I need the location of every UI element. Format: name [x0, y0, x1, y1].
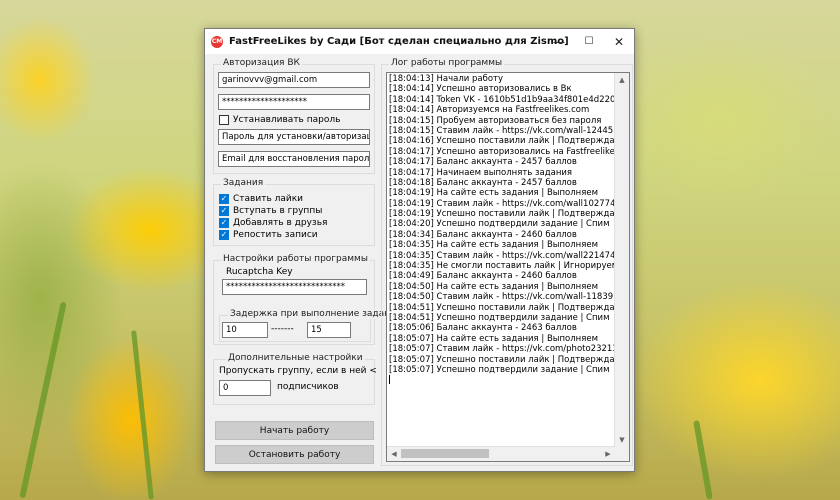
log-line: [18:04:14] Авторизуемся на Fastfreelikes…	[389, 105, 590, 116]
subscribers-min-field[interactable]: 0	[219, 380, 271, 396]
delay-to-field[interactable]: 15	[307, 322, 351, 338]
log-line: [18:04:16] Успешно поставили лайк | Подт…	[389, 136, 615, 147]
task-join-groups-checkbox[interactable]: ✓ Вступать в группы	[219, 205, 322, 217]
app-icon: CM	[211, 35, 223, 48]
delay-from-field[interactable]: 10	[222, 322, 268, 338]
close-button[interactable]: ✕	[604, 29, 634, 54]
set-password-checkbox-box[interactable]	[219, 115, 229, 125]
task-join-groups-label: Вступать в группы	[233, 206, 323, 216]
title-bar[interactable]: CM FastFreeLikes by Сади [Бот сделан спе…	[205, 29, 634, 54]
delay-group-label: Задержка при выполнение заданий	[228, 309, 404, 319]
log-textarea[interactable]: [18:04:13] Начали работу [18:04:14] Успеш…	[386, 72, 630, 462]
log-line: [18:04:35] Ставим лайк - https://vk.com/…	[389, 250, 615, 261]
task-add-friends-checkbox[interactable]: ✓ Добавлять в друзья	[219, 217, 327, 229]
log-line: [18:04:51] Успешно подтвердили задание |…	[389, 312, 610, 323]
app-window: CM FastFreeLikes by Сади [Бот сделан спе…	[204, 28, 635, 472]
rucaptcha-label: Rucaptcha Key	[226, 267, 293, 277]
log-line: [18:04:20] Успешно подтвердили задание |…	[389, 219, 610, 230]
check-icon[interactable]: ✓	[219, 206, 229, 216]
tasks-group-label: Задания	[221, 178, 266, 188]
maximize-button[interactable]: ☐	[574, 29, 604, 54]
start-button[interactable]: Начать работу	[215, 421, 374, 440]
task-like-label: Ставить лайки	[233, 194, 304, 204]
log-line: [18:04:34] Баланс аккаунта - 2460 баллов	[389, 229, 577, 240]
wallpaper-stem	[693, 420, 713, 500]
settings-group-label: Настройки работы программы	[221, 254, 370, 264]
log-line: [18:04:14] Успешно авторизовались в Вк	[389, 84, 572, 95]
log-line: [18:04:18] Баланс аккаунта - 2457 баллов	[389, 177, 577, 188]
log-line: [18:04:50] На сайте есть задания | Выпол…	[389, 281, 598, 292]
log-line: [18:04:19] На сайте есть задания | Выпол…	[389, 188, 598, 199]
wallpaper-stem	[19, 301, 67, 499]
log-line: [18:04:50] Ставим лайк - https://vk.com/…	[389, 292, 615, 303]
wallpaper-stem	[131, 330, 154, 500]
delay-separator: -------	[271, 324, 294, 334]
scroll-left-icon[interactable]: ◀	[387, 447, 401, 461]
log-line: [18:05:07] Успешно подтвердили задание |…	[389, 364, 610, 375]
vertical-scrollbar[interactable]: ▲ ▼	[614, 73, 629, 447]
set-password-label: Устанавливать пароль	[233, 115, 341, 125]
password-set-field[interactable]: Пароль для установки/авторизации	[218, 129, 370, 145]
horizontal-scrollbar[interactable]: ◀ ▶	[387, 446, 615, 461]
log-line: [18:04:17] Баланс аккаунта - 2457 баллов	[389, 157, 577, 168]
log-line: [18:04:17] Начинаем выполнять задания	[389, 167, 573, 178]
log-line: [18:04:35] Не смогли поставить лайк | Иг…	[389, 261, 615, 272]
log-line: [18:04:19] Ставим лайк - https://vk.com/…	[389, 198, 615, 209]
log-line: [18:04:15] Ставим лайк - https://vk.com/…	[389, 125, 615, 136]
scroll-right-icon[interactable]: ▶	[601, 447, 615, 461]
log-lines: [18:04:13] Начали работу [18:04:14] Успеш…	[387, 74, 615, 386]
log-line: [18:04:35] На сайте есть задания | Выпол…	[389, 240, 598, 251]
recovery-email-field[interactable]: Email для восстановления пароля	[218, 151, 370, 167]
password-field[interactable]: ********************	[218, 94, 370, 110]
check-icon[interactable]: ✓	[219, 230, 229, 240]
task-like-checkbox[interactable]: ✓ Ставить лайки	[219, 193, 303, 205]
scroll-down-icon[interactable]: ▼	[615, 433, 629, 447]
set-password-checkbox[interactable]: Устанавливать пароль	[219, 114, 340, 126]
task-repost-label: Репостить записи	[233, 230, 318, 240]
log-line: [18:04:17] Успешно авторизовались на Fas…	[389, 146, 615, 157]
subscribers-label: подписчиков	[277, 382, 339, 392]
log-line: [18:04:15] Пробуем авторизоваться без па…	[389, 115, 602, 126]
scroll-up-icon[interactable]: ▲	[615, 73, 629, 87]
horizontal-scroll-thumb[interactable]	[401, 449, 489, 458]
log-line: [18:05:07] Успешно поставили лайк | Подт…	[389, 354, 615, 365]
log-line: [18:05:07] Ставим лайк - https://vk.com/…	[389, 344, 615, 355]
task-repost-checkbox[interactable]: ✓ Репостить записи	[219, 229, 318, 241]
log-line: [18:04:14] Token VK - 1610b51d1b9aa34f80…	[389, 94, 615, 105]
stop-button[interactable]: Остановить работу	[215, 445, 374, 464]
rucaptcha-key-field[interactable]: ****************************	[222, 279, 367, 295]
scroll-corner	[615, 447, 629, 461]
minimize-button[interactable]: —	[544, 29, 574, 54]
text-caret	[387, 375, 615, 385]
log-group-label: Лог работы программы	[389, 58, 505, 68]
log-line: [18:04:49] Баланс аккаунта - 2460 баллов	[389, 271, 577, 282]
auth-group-label: Авторизация ВК	[221, 58, 302, 68]
email-field[interactable]: garinovvv@gmail.com	[218, 72, 370, 88]
skip-group-label: Пропускать группу, если в ней <	[219, 366, 377, 376]
check-icon[interactable]: ✓	[219, 218, 229, 228]
task-add-friends-label: Добавлять в друзья	[233, 218, 328, 228]
log-line: [18:04:13] Начали работу	[389, 74, 504, 84]
log-line: [18:05:06] Баланс аккаунта - 2463 баллов	[389, 323, 577, 334]
extra-settings-group-label: Дополнительные настройки	[226, 353, 365, 363]
log-line: [18:04:51] Успешно поставили лайк | Подт…	[389, 302, 615, 313]
window-title: FastFreeLikes by Сади [Бот сделан специа…	[229, 36, 569, 47]
check-icon[interactable]: ✓	[219, 194, 229, 204]
log-line: [18:05:07] На сайте есть задания | Выпол…	[389, 333, 598, 344]
log-line: [18:04:19] Успешно поставили лайк | Подт…	[389, 209, 615, 220]
